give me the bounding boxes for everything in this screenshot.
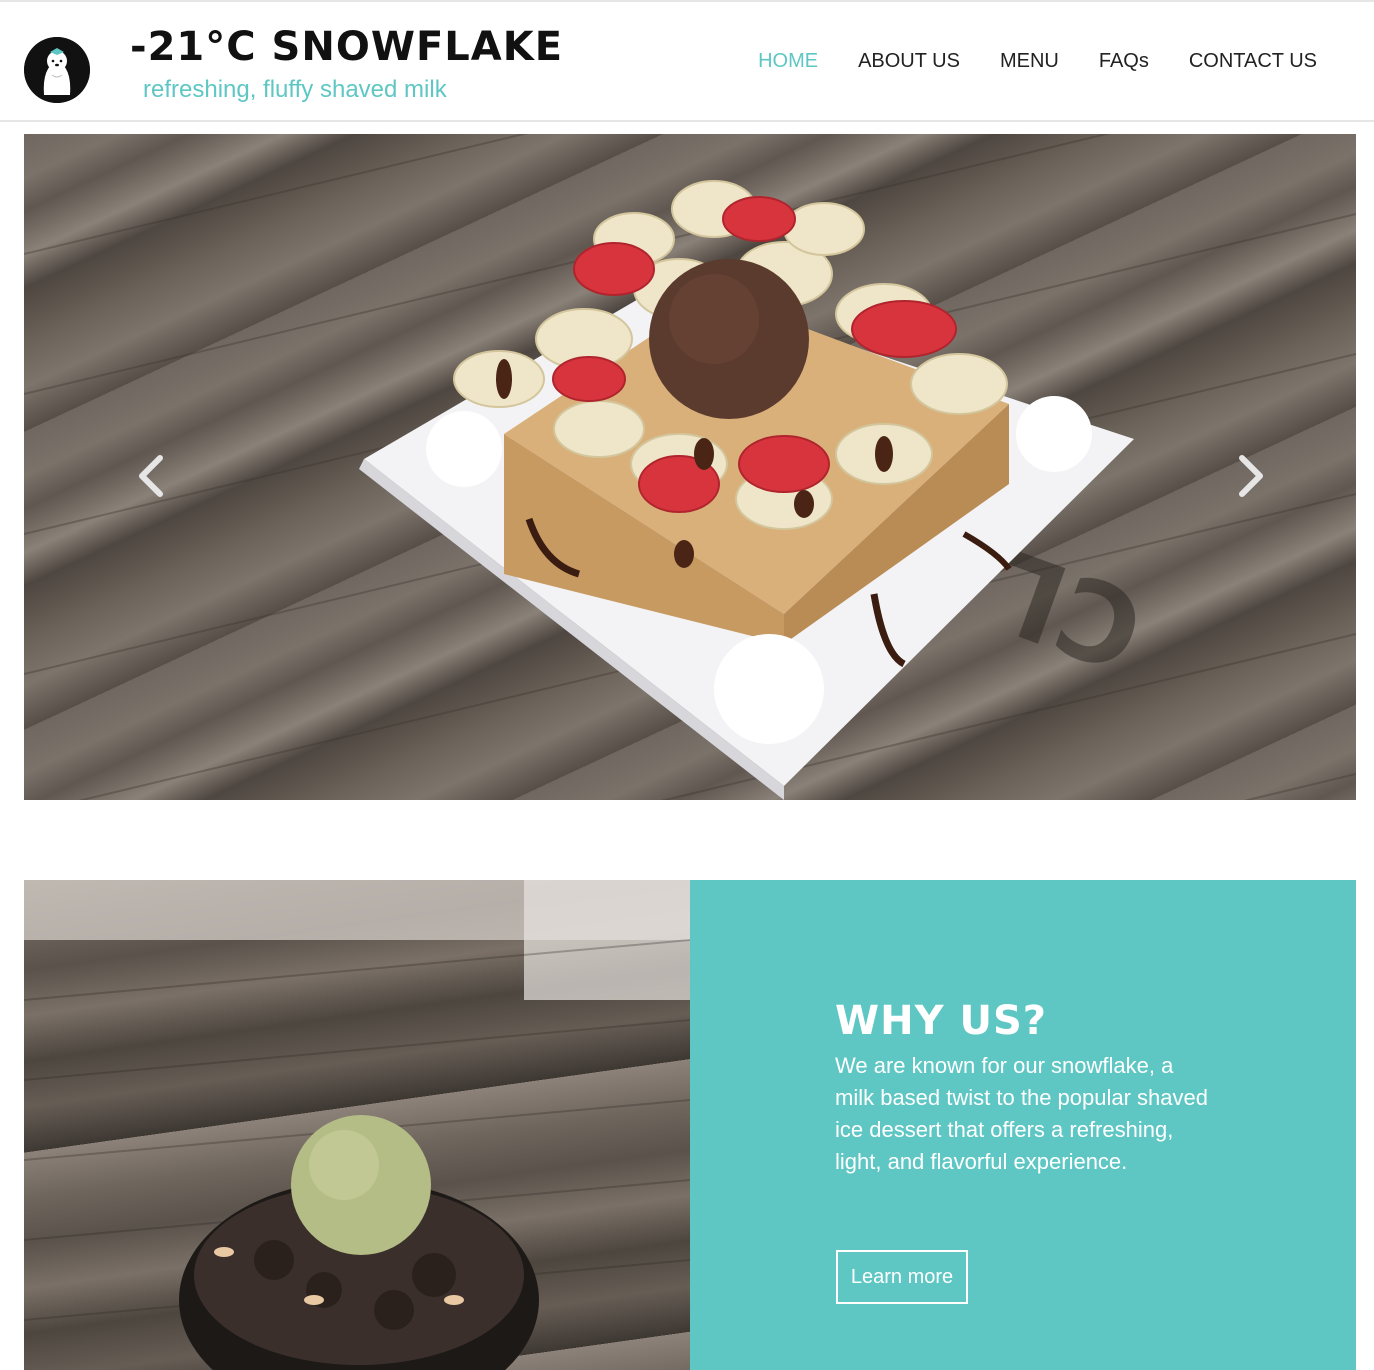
learn-more-button[interactable]: Learn more	[836, 1250, 968, 1304]
hero-carousel[interactable]: CLASSIC	[24, 134, 1356, 800]
polar-bear-logo-icon[interactable]	[24, 37, 90, 103]
why-us-heading: WHY US?	[835, 998, 1047, 1044]
carousel-slide-image: CLASSIC	[24, 134, 1356, 800]
nav-item-contact-us[interactable]: CONTACT US	[1189, 50, 1317, 73]
dessert-photo	[24, 880, 690, 1370]
logo-graphic	[24, 37, 90, 103]
why-us-panel: WHY US? We are known for our snowflake, …	[690, 880, 1356, 1370]
brand-title[interactable]: -21°C SNOWFLAKE	[130, 24, 563, 70]
site-header: -21°C SNOWFLAKE refreshing, fluffy shave…	[0, 0, 1374, 122]
chevron-right-icon[interactable]	[1236, 452, 1266, 500]
nav-item-menu[interactable]: MENU	[1000, 50, 1059, 73]
matcha-dessert-image	[24, 880, 690, 1370]
nav-item-faqs[interactable]: FAQs	[1099, 50, 1149, 73]
brand-tagline: refreshing, fluffy shaved milk	[143, 76, 447, 103]
nav-item-home[interactable]: HOME	[758, 50, 818, 73]
main-nav: HOME ABOUT US MENU FAQs CONTACT US	[718, 50, 1317, 73]
nav-item-about-us[interactable]: ABOUT US	[858, 50, 960, 73]
chevron-left-icon[interactable]	[136, 452, 166, 500]
why-us-description: We are known for our snowflake, a milk b…	[835, 1053, 1208, 1174]
